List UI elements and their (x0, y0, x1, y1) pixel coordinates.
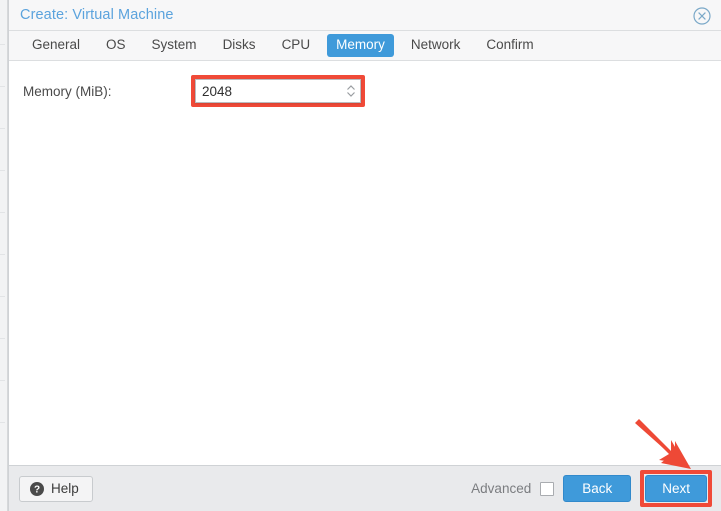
question-circle-icon: ? (30, 481, 44, 496)
tab-memory[interactable]: Memory (327, 34, 394, 57)
tab-general[interactable]: General (23, 34, 89, 57)
close-icon[interactable] (692, 6, 712, 26)
tab-os[interactable]: OS (97, 34, 135, 57)
memory-label: Memory (MiB): (23, 83, 112, 99)
next-button-highlight-annotation: Next (640, 469, 712, 508)
next-button[interactable]: Next (645, 474, 707, 503)
help-button[interactable]: ? Help (19, 475, 93, 502)
advanced-label: Advanced (471, 481, 532, 496)
tab-confirm[interactable]: Confirm (477, 34, 542, 57)
memory-form-row: Memory (MiB): (23, 75, 721, 107)
create-virtual-machine-dialog: Create: Virtual Machine General OS Syste… (8, 0, 721, 511)
memory-field-highlight-annotation (191, 75, 365, 107)
tab-system[interactable]: System (143, 34, 206, 57)
help-button-label: Help (51, 480, 79, 496)
footer-actions: Advanced Back Next (471, 469, 714, 508)
wizard-tab-bar: General OS System Disks CPU Memory Netwo… (9, 31, 721, 61)
svg-text:?: ? (34, 484, 40, 495)
tab-cpu[interactable]: CPU (273, 34, 320, 57)
dialog-title: Create: Virtual Machine (20, 7, 174, 23)
spinner-updown-icon[interactable] (342, 80, 360, 102)
advanced-checkbox[interactable] (540, 481, 555, 496)
memory-input-wrapper (195, 79, 361, 103)
back-button[interactable]: Back (563, 474, 632, 503)
dialog-header: Create: Virtual Machine (9, 0, 721, 31)
page-backdrop-strip (0, 0, 8, 511)
tab-network[interactable]: Network (402, 34, 470, 57)
memory-input[interactable] (196, 80, 342, 102)
dialog-footer: ? Help Advanced Back Next (9, 419, 721, 511)
dialog-body: Memory (MiB): (9, 61, 721, 465)
tab-disks[interactable]: Disks (214, 34, 265, 57)
